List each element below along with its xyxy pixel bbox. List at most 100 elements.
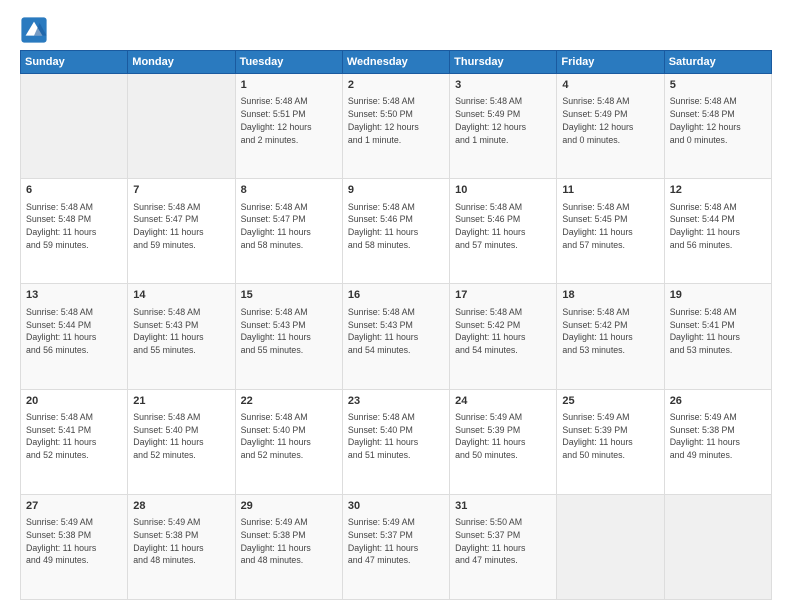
calendar-cell: 28Sunrise: 5:49 AM Sunset: 5:38 PM Dayli… xyxy=(128,494,235,599)
day-number: 25 xyxy=(562,394,658,409)
calendar-cell: 23 Sunrise: 5:48 AM Sunset: 5:40 PM Dayli… xyxy=(342,389,449,494)
header-day: Friday xyxy=(557,51,664,74)
day-number: 4 xyxy=(562,78,658,93)
calendar-cell: 21 Sunrise: 5:48 AM Sunset: 5:40 PM Dayli… xyxy=(128,389,235,494)
day-number: 17 xyxy=(455,288,551,303)
calendar-cell: 4 Sunrise: 5:48 AM Sunset: 5:49 PM Daylig… xyxy=(557,74,664,179)
calendar-cell xyxy=(21,74,128,179)
calendar-cell: 14 Sunrise: 5:48 AM Sunset: 5:43 PM Dayli… xyxy=(128,284,235,389)
day-info: Sunrise: 5:49 AM Sunset: 5:38 PM Dayligh… xyxy=(26,516,122,567)
day-number: 12 xyxy=(670,183,766,198)
day-number: 8 xyxy=(241,183,337,198)
day-info: Sunrise: 5:48 AM Sunset: 5:43 PM Dayligh… xyxy=(133,306,229,357)
day-info: Sunrise: 5:48 AM Sunset: 5:46 PM Dayligh… xyxy=(348,201,444,252)
calendar-cell: 1 Sunrise: 5:48 AM Sunset: 5:51 PM Daylig… xyxy=(235,74,342,179)
day-number: 30 xyxy=(348,499,444,514)
day-number: 23 xyxy=(348,394,444,409)
header-row: SundayMondayTuesdayWednesdayThursdayFrid… xyxy=(21,51,772,74)
day-number: 20 xyxy=(26,394,122,409)
calendar-cell xyxy=(557,494,664,599)
header-day: Saturday xyxy=(664,51,771,74)
calendar-cell: 10Sunrise: 5:48 AM Sunset: 5:46 PM Dayli… xyxy=(450,179,557,284)
day-number: 18 xyxy=(562,288,658,303)
day-info: Sunrise: 5:48 AM Sunset: 5:40 PM Dayligh… xyxy=(348,411,444,462)
day-number: 26 xyxy=(670,394,766,409)
header xyxy=(20,16,772,44)
calendar-cell: 15Sunrise: 5:48 AM Sunset: 5:43 PM Dayli… xyxy=(235,284,342,389)
header-day: Tuesday xyxy=(235,51,342,74)
calendar-cell: 17 Sunrise: 5:48 AM Sunset: 5:42 PM Dayli… xyxy=(450,284,557,389)
day-number: 3 xyxy=(455,78,551,93)
day-number: 5 xyxy=(670,78,766,93)
logo xyxy=(20,16,52,44)
day-info: Sunrise: 5:48 AM Sunset: 5:51 PM Dayligh… xyxy=(241,95,337,146)
calendar-header: SundayMondayTuesdayWednesdayThursdayFrid… xyxy=(21,51,772,74)
day-number: 14 xyxy=(133,288,229,303)
calendar-body: 1 Sunrise: 5:48 AM Sunset: 5:51 PM Daylig… xyxy=(21,74,772,600)
day-number: 9 xyxy=(348,183,444,198)
week-row: 27 Sunrise: 5:49 AM Sunset: 5:38 PM Dayli… xyxy=(21,494,772,599)
calendar-cell xyxy=(664,494,771,599)
day-info: Sunrise: 5:48 AM Sunset: 5:43 PM Dayligh… xyxy=(241,306,337,357)
calendar-cell: 8 Sunrise: 5:48 AM Sunset: 5:47 PM Daylig… xyxy=(235,179,342,284)
day-number: 19 xyxy=(670,288,766,303)
day-info: Sunrise: 5:48 AM Sunset: 5:41 PM Dayligh… xyxy=(26,411,122,462)
calendar-cell: 3 Sunrise: 5:48 AM Sunset: 5:49 PM Daylig… xyxy=(450,74,557,179)
day-number: 1 xyxy=(241,78,337,93)
day-info: Sunrise: 5:48 AM Sunset: 5:49 PM Dayligh… xyxy=(562,95,658,146)
week-row: 6Sunrise: 5:48 AM Sunset: 5:48 PM Daylig… xyxy=(21,179,772,284)
day-number: 27 xyxy=(26,499,122,514)
calendar-cell: 24 Sunrise: 5:49 AM Sunset: 5:39 PM Dayli… xyxy=(450,389,557,494)
calendar-cell: 6Sunrise: 5:48 AM Sunset: 5:48 PM Daylig… xyxy=(21,179,128,284)
calendar-cell: 9 Sunrise: 5:48 AM Sunset: 5:46 PM Daylig… xyxy=(342,179,449,284)
calendar-cell: 22Sunrise: 5:48 AM Sunset: 5:40 PM Dayli… xyxy=(235,389,342,494)
calendar-cell: 13 Sunrise: 5:48 AM Sunset: 5:44 PM Dayli… xyxy=(21,284,128,389)
day-info: Sunrise: 5:49 AM Sunset: 5:39 PM Dayligh… xyxy=(562,411,658,462)
day-number: 24 xyxy=(455,394,551,409)
day-info: Sunrise: 5:49 AM Sunset: 5:39 PM Dayligh… xyxy=(455,411,551,462)
calendar-cell: 30Sunrise: 5:49 AM Sunset: 5:37 PM Dayli… xyxy=(342,494,449,599)
day-info: Sunrise: 5:48 AM Sunset: 5:45 PM Dayligh… xyxy=(562,201,658,252)
calendar-cell: 7Sunrise: 5:48 AM Sunset: 5:47 PM Daylig… xyxy=(128,179,235,284)
calendar-cell: 20 Sunrise: 5:48 AM Sunset: 5:41 PM Dayli… xyxy=(21,389,128,494)
day-info: Sunrise: 5:48 AM Sunset: 5:41 PM Dayligh… xyxy=(670,306,766,357)
day-info: Sunrise: 5:48 AM Sunset: 5:44 PM Dayligh… xyxy=(670,201,766,252)
day-info: Sunrise: 5:48 AM Sunset: 5:40 PM Dayligh… xyxy=(133,411,229,462)
calendar-cell: 25 Sunrise: 5:49 AM Sunset: 5:39 PM Dayli… xyxy=(557,389,664,494)
day-info: Sunrise: 5:48 AM Sunset: 5:43 PM Dayligh… xyxy=(348,306,444,357)
calendar-cell: 19 Sunrise: 5:48 AM Sunset: 5:41 PM Dayli… xyxy=(664,284,771,389)
day-number: 21 xyxy=(133,394,229,409)
week-row: 1 Sunrise: 5:48 AM Sunset: 5:51 PM Daylig… xyxy=(21,74,772,179)
calendar-cell: 2Sunrise: 5:48 AM Sunset: 5:50 PM Daylig… xyxy=(342,74,449,179)
day-info: Sunrise: 5:50 AM Sunset: 5:37 PM Dayligh… xyxy=(455,516,551,567)
day-info: Sunrise: 5:48 AM Sunset: 5:47 PM Dayligh… xyxy=(133,201,229,252)
day-info: Sunrise: 5:49 AM Sunset: 5:38 PM Dayligh… xyxy=(670,411,766,462)
header-day: Sunday xyxy=(21,51,128,74)
day-info: Sunrise: 5:48 AM Sunset: 5:44 PM Dayligh… xyxy=(26,306,122,357)
calendar-cell: 18Sunrise: 5:48 AM Sunset: 5:42 PM Dayli… xyxy=(557,284,664,389)
header-day: Wednesday xyxy=(342,51,449,74)
page: SundayMondayTuesdayWednesdayThursdayFrid… xyxy=(0,0,792,612)
day-number: 6 xyxy=(26,183,122,198)
day-info: Sunrise: 5:48 AM Sunset: 5:42 PM Dayligh… xyxy=(455,306,551,357)
day-info: Sunrise: 5:48 AM Sunset: 5:47 PM Dayligh… xyxy=(241,201,337,252)
day-number: 31 xyxy=(455,499,551,514)
week-row: 13 Sunrise: 5:48 AM Sunset: 5:44 PM Dayli… xyxy=(21,284,772,389)
day-number: 22 xyxy=(241,394,337,409)
calendar-cell: 11 Sunrise: 5:48 AM Sunset: 5:45 PM Dayli… xyxy=(557,179,664,284)
day-number: 10 xyxy=(455,183,551,198)
calendar-cell: 5 Sunrise: 5:48 AM Sunset: 5:48 PM Daylig… xyxy=(664,74,771,179)
day-number: 2 xyxy=(348,78,444,93)
day-info: Sunrise: 5:48 AM Sunset: 5:49 PM Dayligh… xyxy=(455,95,551,146)
calendar-cell: 31 Sunrise: 5:50 AM Sunset: 5:37 PM Dayli… xyxy=(450,494,557,599)
header-day: Monday xyxy=(128,51,235,74)
calendar-cell xyxy=(128,74,235,179)
day-info: Sunrise: 5:48 AM Sunset: 5:48 PM Dayligh… xyxy=(670,95,766,146)
calendar-cell: 27 Sunrise: 5:49 AM Sunset: 5:38 PM Dayli… xyxy=(21,494,128,599)
calendar-cell: 26 Sunrise: 5:49 AM Sunset: 5:38 PM Dayli… xyxy=(664,389,771,494)
day-info: Sunrise: 5:49 AM Sunset: 5:38 PM Dayligh… xyxy=(133,516,229,567)
day-info: Sunrise: 5:49 AM Sunset: 5:38 PM Dayligh… xyxy=(241,516,337,567)
logo-icon xyxy=(20,16,48,44)
day-number: 11 xyxy=(562,183,658,198)
day-number: 13 xyxy=(26,288,122,303)
